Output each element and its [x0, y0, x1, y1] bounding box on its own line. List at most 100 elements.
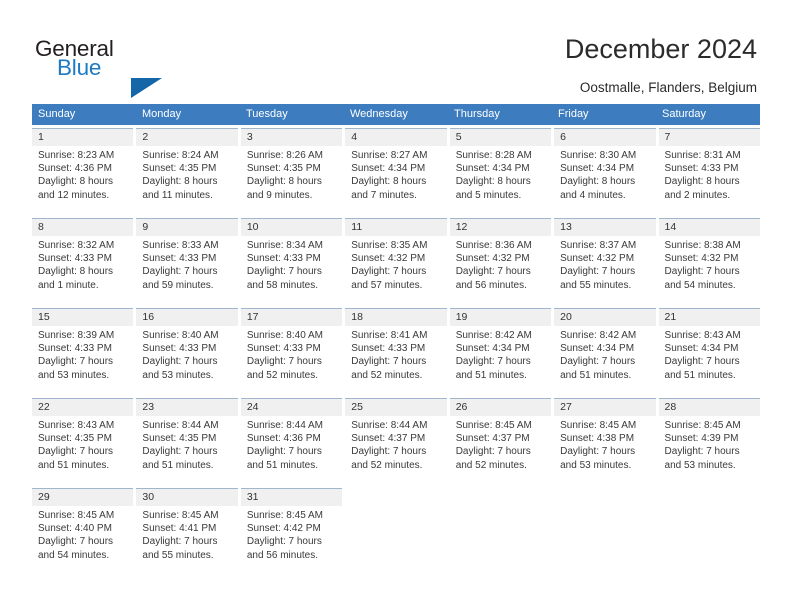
- daylight-text-line2: and 52 minutes.: [351, 369, 423, 381]
- day-number-bar: 6: [554, 128, 656, 146]
- daylight-text-line2: and 52 minutes.: [351, 459, 423, 471]
- day-number-bar: 27: [554, 398, 656, 416]
- calendar-day-cell[interactable]: 30 Sunrise: 8:45 AM Sunset: 4:41 PM Dayligh…: [136, 488, 238, 575]
- calendar-day-cell[interactable]: 18 Sunrise: 8:41 AM Sunset: 4:33 PM Dayligh…: [345, 308, 447, 395]
- calendar-page: General Blue December 2024 Oostmalle, Fl…: [0, 0, 792, 612]
- calendar-day-cell[interactable]: 20 Sunrise: 8:42 AM Sunset: 4:34 PM Dayligh…: [554, 308, 656, 395]
- weekday-header-monday: Monday: [142, 108, 182, 120]
- sunset-text: Sunset: 4:33 PM: [142, 253, 217, 265]
- calendar-day-cell[interactable]: 22 Sunrise: 8:43 AM Sunset: 4:35 PM Dayligh…: [32, 398, 134, 485]
- calendar-day-cell[interactable]: 21 Sunrise: 8:43 AM Sunset: 4:34 PM Dayligh…: [658, 308, 760, 395]
- day-number-bar: 23: [136, 398, 238, 416]
- calendar-day-cell[interactable]: 10 Sunrise: 8:34 AM Sunset: 4:33 PM Dayligh…: [240, 218, 343, 305]
- calendar-day-cell[interactable]: 15 Sunrise: 8:39 AM Sunset: 4:33 PM Dayligh…: [32, 308, 134, 395]
- daylight-text-line2: and 7 minutes.: [351, 189, 417, 201]
- sunset-text: Sunset: 4:34 PM: [351, 163, 426, 175]
- daylight-text-line1: Daylight: 7 hours: [246, 446, 322, 458]
- daylight-text-line1: Daylight: 8 hours: [560, 176, 636, 188]
- calendar-day-cell[interactable]: 27 Sunrise: 8:45 AM Sunset: 4:38 PM Dayligh…: [554, 398, 656, 485]
- calendar-day-cell[interactable]: 17 Sunrise: 8:40 AM Sunset: 4:33 PM Dayligh…: [240, 308, 343, 395]
- sunset-text: Sunset: 4:36 PM: [246, 433, 321, 445]
- calendar-day-cell[interactable]: 29 Sunrise: 8:45 AM Sunset: 4:40 PM Dayligh…: [32, 488, 134, 575]
- sunrise-text: Sunrise: 8:40 AM: [246, 330, 323, 341]
- calendar-day-cell[interactable]: 13 Sunrise: 8:37 AM Sunset: 4:32 PM Dayligh…: [554, 218, 656, 305]
- sunset-text: Sunset: 4:36 PM: [38, 163, 112, 175]
- day-number-bar: 31: [240, 488, 343, 506]
- daylight-text-line2: and 57 minutes.: [351, 279, 423, 291]
- sunset-text: Sunset: 4:35 PM: [246, 163, 321, 175]
- sunrise-text: Sunrise: 8:24 AM: [142, 150, 219, 161]
- daylight-text-line2: and 53 minutes.: [142, 369, 214, 381]
- sunset-text: Sunset: 4:33 PM: [351, 343, 426, 355]
- calendar-day-cell[interactable]: 31 Sunrise: 8:45 AM Sunset: 4:42 PM Dayligh…: [240, 488, 343, 575]
- calendar-day-cell[interactable]: 9 Sunrise: 8:33 AM Sunset: 4:33 PM Daylight…: [136, 218, 238, 305]
- calendar-week-row: 22 Sunrise: 8:43 AM Sunset: 4:35 PM Dayligh…: [32, 398, 760, 485]
- weekday-header-row: Sunday Monday Tuesday Wednesday Thursday Frid…: [32, 104, 760, 125]
- day-number-bar: 3: [240, 128, 343, 146]
- day-details: Sunrise: 8:45 AM Sunset: 4:40 PM Daylight:…: [32, 506, 133, 562]
- sunset-text: Sunset: 4:34 PM: [455, 163, 530, 175]
- day-number-bar: 26: [449, 398, 552, 416]
- day-number-bar: 4: [345, 128, 447, 146]
- daylight-text-line2: and 9 minutes.: [246, 189, 313, 201]
- daylight-text-line1: Daylight: 7 hours: [560, 266, 636, 278]
- day-number: 26: [455, 401, 468, 413]
- day-number: 8: [38, 221, 44, 233]
- daylight-text-line1: Daylight: 7 hours: [664, 266, 740, 278]
- day-number: 28: [664, 401, 677, 413]
- calendar-day-cell[interactable]: 14 Sunrise: 8:38 AM Sunset: 4:32 PM Dayligh…: [658, 218, 760, 305]
- calendar-day-cell[interactable]: 28 Sunrise: 8:45 AM Sunset: 4:39 PM Dayligh…: [658, 398, 760, 485]
- sunrise-text: Sunrise: 8:44 AM: [246, 420, 323, 431]
- sunset-text: Sunset: 4:33 PM: [38, 253, 112, 265]
- calendar-day-cell[interactable]: 5 Sunrise: 8:28 AM Sunset: 4:34 PM Daylight…: [449, 128, 552, 215]
- day-number: 15: [38, 311, 50, 323]
- day-number: 25: [351, 401, 363, 413]
- sunset-text: Sunset: 4:34 PM: [455, 343, 530, 355]
- calendar-day-cell[interactable]: 4 Sunrise: 8:27 AM Sunset: 4:34 PM Daylight…: [345, 128, 447, 215]
- day-number: 12: [455, 221, 468, 233]
- sunset-text: Sunset: 4:34 PM: [560, 163, 635, 175]
- day-details: Sunrise: 8:45 AM Sunset: 4:41 PM Daylight:…: [136, 506, 237, 562]
- calendar-day-cell[interactable]: 19 Sunrise: 8:42 AM Sunset: 4:34 PM Dayligh…: [449, 308, 552, 395]
- daylight-text-line1: Daylight: 7 hours: [455, 356, 531, 368]
- day-details: Sunrise: 8:40 AM Sunset: 4:33 PM Daylight:…: [136, 326, 237, 382]
- calendar-day-cell[interactable]: 2 Sunrise: 8:24 AM Sunset: 4:35 PM Daylight…: [136, 128, 238, 215]
- day-details: Sunrise: 8:24 AM Sunset: 4:35 PM Daylight:…: [136, 146, 237, 202]
- calendar-day-cell[interactable]: 7 Sunrise: 8:31 AM Sunset: 4:33 PM Daylight…: [658, 128, 760, 215]
- day-details: Sunrise: 8:33 AM Sunset: 4:33 PM Daylight:…: [136, 236, 237, 292]
- calendar-day-cell[interactable]: 26 Sunrise: 8:45 AM Sunset: 4:37 PM Dayligh…: [449, 398, 552, 485]
- calendar-day-cell[interactable]: 24 Sunrise: 8:44 AM Sunset: 4:36 PM Dayligh…: [240, 398, 343, 485]
- day-number: 4: [351, 131, 358, 143]
- day-number: 19: [455, 311, 468, 323]
- logo-triangle-icon: [131, 78, 162, 98]
- sunrise-text: Sunrise: 8:38 AM: [664, 240, 741, 251]
- day-details: Sunrise: 8:44 AM Sunset: 4:36 PM Daylight:…: [241, 416, 342, 472]
- day-number-bar: 7: [658, 128, 760, 146]
- daylight-text-line2: and 54 minutes.: [664, 279, 736, 291]
- day-number-bar: 30: [136, 488, 238, 506]
- general-blue-logo: General Blue: [35, 36, 185, 98]
- calendar-empty-cell: [450, 488, 551, 575]
- daylight-text-line2: and 51 minutes.: [38, 459, 110, 471]
- calendar-day-cell[interactable]: 25 Sunrise: 8:44 AM Sunset: 4:37 PM Dayligh…: [345, 398, 447, 485]
- day-details: Sunrise: 8:43 AM Sunset: 4:34 PM Daylight:…: [659, 326, 760, 382]
- calendar-day-cell[interactable]: 8 Sunrise: 8:32 AM Sunset: 4:33 PM Daylight…: [32, 218, 134, 305]
- sunrise-text: Sunrise: 8:44 AM: [142, 420, 219, 431]
- calendar-day-cell[interactable]: 12 Sunrise: 8:36 AM Sunset: 4:32 PM Dayligh…: [449, 218, 552, 305]
- day-number-bar: 15: [32, 308, 134, 326]
- weekday-header-sunday: Sunday: [38, 108, 76, 120]
- calendar-day-cell[interactable]: 11 Sunrise: 8:35 AM Sunset: 4:32 PM Dayligh…: [345, 218, 447, 305]
- calendar-day-cell[interactable]: 23 Sunrise: 8:44 AM Sunset: 4:35 PM Dayligh…: [136, 398, 238, 485]
- page-title: December 2024: [564, 34, 757, 64]
- day-number: 6: [560, 131, 566, 143]
- calendar-day-cell[interactable]: 1 Sunrise: 8:23 AM Sunset: 4:36 PM Daylight…: [32, 128, 134, 215]
- sunrise-text: Sunrise: 8:28 AM: [455, 150, 532, 161]
- calendar-day-cell[interactable]: 16 Sunrise: 8:40 AM Sunset: 4:33 PM Dayligh…: [136, 308, 238, 395]
- calendar-day-cell[interactable]: 6 Sunrise: 8:30 AM Sunset: 4:34 PM Daylight…: [554, 128, 656, 215]
- sunrise-text: Sunrise: 8:35 AM: [351, 240, 428, 251]
- day-number-bar: 9: [136, 218, 238, 236]
- daylight-text-line2: and 52 minutes.: [455, 459, 527, 471]
- calendar-day-cell[interactable]: 3 Sunrise: 8:26 AM Sunset: 4:35 PM Daylight…: [240, 128, 343, 215]
- daylight-text-line1: Daylight: 7 hours: [38, 446, 114, 458]
- weekday-header-tuesday: Tuesday: [246, 108, 288, 120]
